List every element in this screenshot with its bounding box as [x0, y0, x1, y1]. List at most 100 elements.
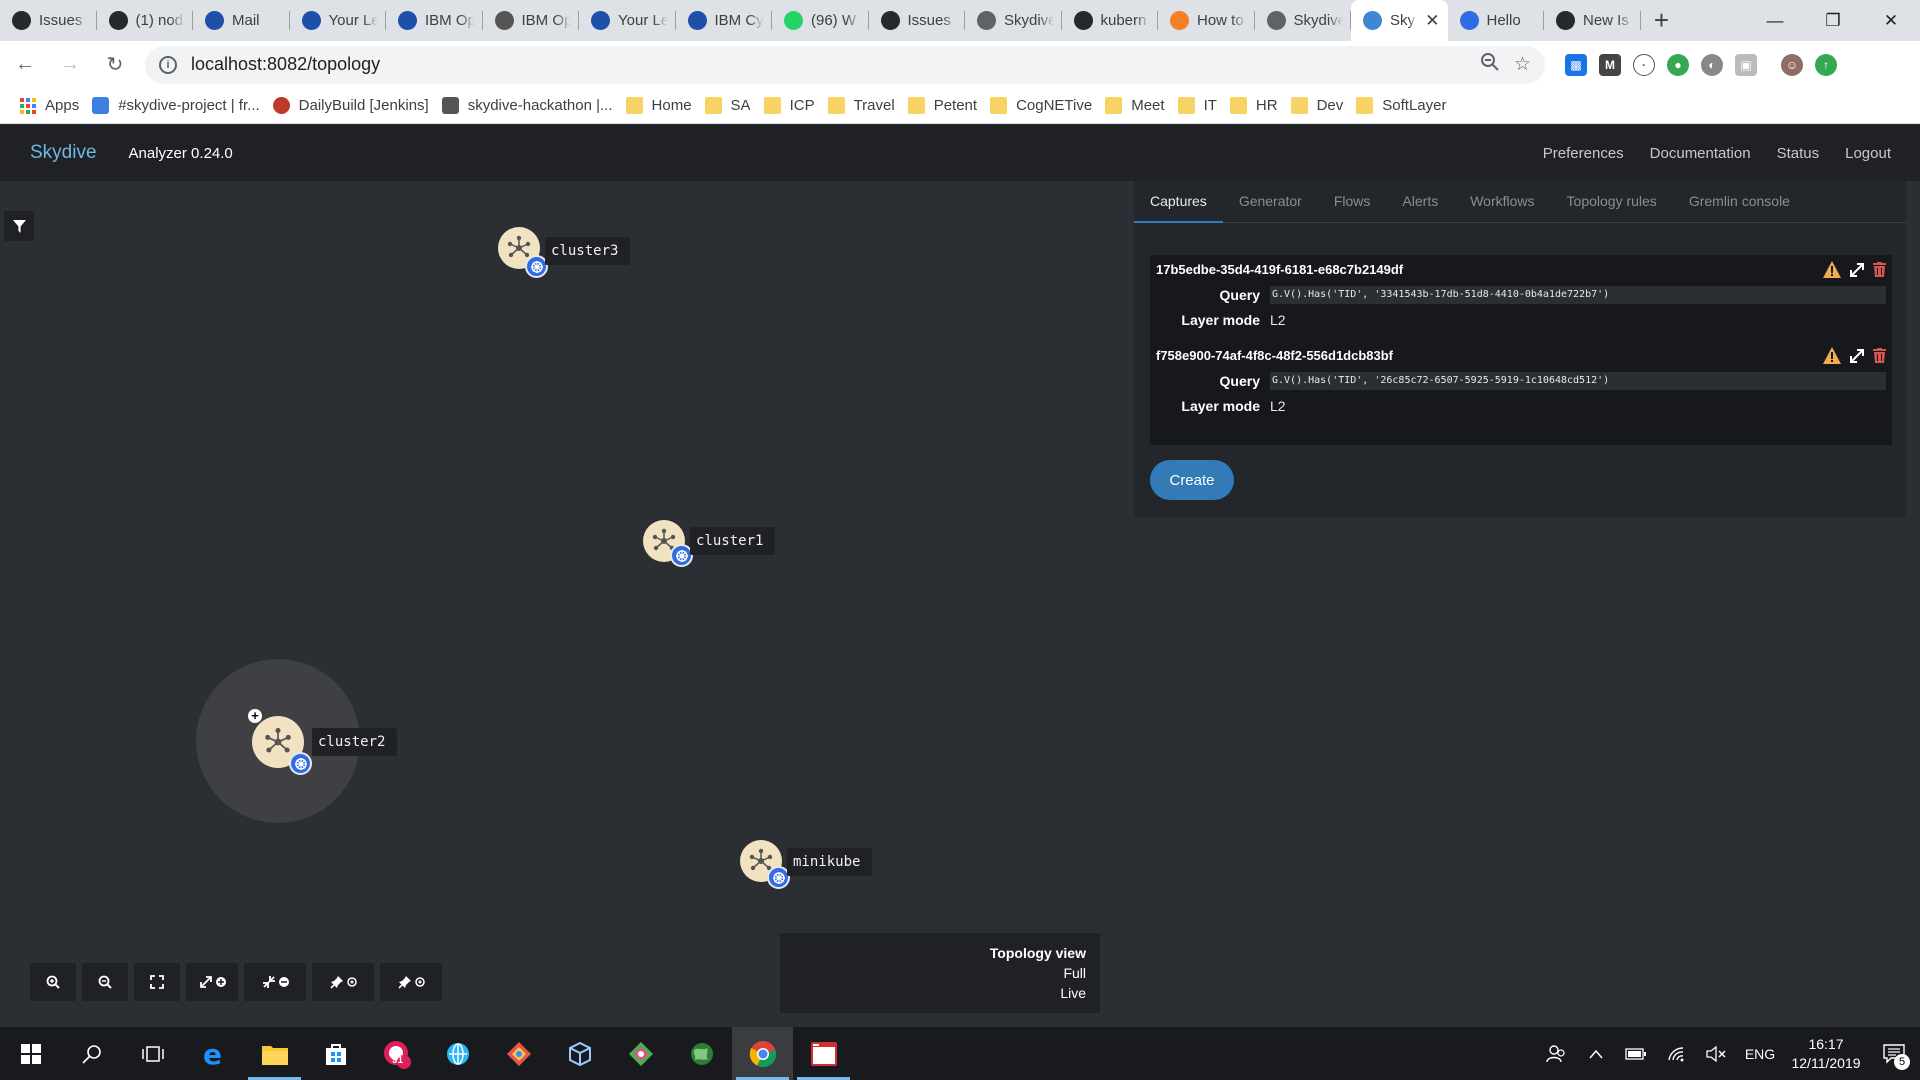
zoom-in-button[interactable] [30, 963, 76, 1001]
browser-tab[interactable]: Sky ✕ [1351, 0, 1448, 41]
minimize-button[interactable]: — [1746, 0, 1804, 41]
show-hidden-icons-chevron-icon[interactable] [1576, 1027, 1616, 1080]
browser-tab[interactable]: IBM Op [386, 0, 483, 41]
expand-capture-icon[interactable] [1849, 348, 1865, 364]
grey-extension-icon[interactable]: ◐ [1701, 53, 1723, 76]
zoom-out-button[interactable] [82, 963, 128, 1001]
sourcetree-taskbar-icon[interactable] [610, 1027, 671, 1080]
m-extension-icon[interactable]: M [1599, 53, 1621, 76]
new-tab-button[interactable]: + [1641, 0, 1683, 41]
site-info-icon[interactable]: i [159, 55, 177, 74]
language-indicator[interactable]: ENG [1736, 1027, 1784, 1080]
volume-muted-icon[interactable] [1696, 1027, 1736, 1080]
pin-all-button[interactable] [312, 963, 374, 1001]
bookmark-item[interactable]: ICP [762, 91, 826, 121]
bookmark-item[interactable]: Travel [826, 91, 906, 121]
filter-button[interactable] [4, 211, 34, 241]
clock[interactable]: 16:17 12/11/2019 [1784, 1035, 1868, 1073]
bookmark-item[interactable]: DailyBuild [Jenkins] [271, 91, 440, 121]
green-extension-icon[interactable]: ● [1667, 53, 1689, 76]
browser-tab[interactable]: (1) node [97, 0, 194, 41]
bookmark-item[interactable]: HR [1228, 91, 1289, 121]
bookmark-item[interactable]: Meet [1103, 91, 1175, 121]
reload-button[interactable]: ↻ [95, 45, 135, 85]
create-capture-button[interactable]: Create [1150, 460, 1234, 500]
edge-taskbar-icon[interactable]: e [183, 1027, 244, 1080]
forward-button[interactable]: → [50, 45, 90, 85]
bookmark-star-icon[interactable]: ☆ [1514, 53, 1531, 76]
store-taskbar-icon[interactable] [305, 1027, 366, 1080]
browser-tab[interactable]: kubern [1062, 0, 1159, 41]
zoom-fit-button[interactable] [134, 963, 180, 1001]
collapse-all-button[interactable] [244, 963, 306, 1001]
bookmark-item[interactable]: Petent [906, 91, 988, 121]
browser-tab[interactable]: IBM Cy [676, 0, 773, 41]
tab-topology-rules[interactable]: Topology rules [1551, 181, 1673, 223]
task-view-button[interactable] [122, 1027, 183, 1080]
bookmark-item[interactable]: Dev [1289, 91, 1355, 121]
topology-canvas[interactable]: cluster3 cluster1 + cluster2 minikube To… [0, 181, 1120, 1023]
browser-tab[interactable]: Mail [193, 0, 290, 41]
menu-documentation[interactable]: Documentation [1637, 145, 1764, 162]
bookmark-item[interactable]: SoftLayer [1354, 91, 1457, 121]
slack-taskbar-icon[interactable]: 91 [366, 1027, 427, 1080]
menu-logout[interactable]: Logout [1832, 145, 1904, 162]
bookmark-item[interactable]: CogNETive [988, 91, 1103, 121]
browser-tab[interactable]: Issues [869, 0, 966, 41]
browser-tab[interactable]: Skydive [1255, 0, 1352, 41]
bookmark-item[interactable]: Home [624, 91, 703, 121]
tab-captures[interactable]: Captures [1134, 181, 1223, 223]
action-center-button[interactable]: 5 [1868, 1027, 1920, 1080]
tab-generator[interactable]: Generator [1223, 181, 1318, 223]
profile-avatar[interactable]: ☺ [1781, 53, 1803, 76]
network-app-taskbar-icon[interactable] [427, 1027, 488, 1080]
browser-tab[interactable]: New Is [1544, 0, 1641, 41]
browser-tab[interactable]: How to [1158, 0, 1255, 41]
url-text[interactable]: localhost:8082/topology [191, 54, 1466, 75]
bookmark-item[interactable]: #skydive-project | fr... [90, 91, 270, 121]
expand-all-button[interactable] [186, 963, 238, 1001]
tab-alerts[interactable]: Alerts [1386, 181, 1454, 223]
menu-status[interactable]: Status [1764, 145, 1833, 162]
browser-tab[interactable]: Issues [0, 0, 97, 41]
brand-logo[interactable]: Skydive [30, 142, 97, 164]
wifi-icon[interactable] [1656, 1027, 1696, 1080]
browser-tab[interactable]: Skydive [965, 0, 1062, 41]
tab-workflows[interactable]: Workflows [1454, 181, 1550, 223]
close-tab-icon[interactable]: ✕ [1425, 11, 1439, 31]
people-icon[interactable] [1536, 1027, 1576, 1080]
warning-icon[interactable] [1823, 261, 1841, 278]
file-explorer-taskbar-icon[interactable] [244, 1027, 305, 1080]
chrome-taskbar-icon[interactable] [732, 1027, 793, 1080]
topology-view-mode[interactable]: Full [794, 963, 1086, 983]
start-button[interactable] [0, 1027, 61, 1080]
cast-extension-icon[interactable]: ▩ [1565, 53, 1587, 76]
search-button[interactable] [61, 1027, 122, 1080]
terminal-taskbar-icon[interactable] [793, 1027, 854, 1080]
update-icon[interactable]: ↑ [1815, 53, 1837, 76]
expand-node-icon[interactable]: + [248, 709, 262, 723]
tab-flows[interactable]: Flows [1318, 181, 1387, 223]
browser-tab[interactable]: (96) W [772, 0, 869, 41]
bookmark-item[interactable]: SA [703, 91, 762, 121]
battery-icon[interactable] [1616, 1027, 1656, 1080]
git-tool-taskbar-icon[interactable] [488, 1027, 549, 1080]
topology-view-state[interactable]: Live [794, 983, 1086, 1003]
address-bar[interactable]: i localhost:8082/topology ☆ [145, 45, 1545, 84]
maximize-button[interactable]: ❐ [1804, 0, 1862, 41]
zoom-icon[interactable] [1480, 52, 1500, 78]
browser-tab[interactable]: Your Le [579, 0, 676, 41]
expand-capture-icon[interactable] [1849, 262, 1865, 278]
virtualbox-taskbar-icon[interactable] [549, 1027, 610, 1080]
trash-icon[interactable] [1873, 262, 1886, 277]
bookmark-item[interactable]: IT [1176, 91, 1228, 121]
close-window-button[interactable]: ✕ [1862, 0, 1920, 41]
browser-tab[interactable]: IBM Op [483, 0, 580, 41]
back-button[interactable]: ← [5, 45, 45, 85]
tab-gremlin-console[interactable]: Gremlin console [1673, 181, 1806, 223]
bookmark-item[interactable]: Apps [18, 91, 90, 121]
browser-tab[interactable]: Hello [1448, 0, 1545, 41]
warning-icon[interactable] [1823, 347, 1841, 364]
trash-icon[interactable] [1873, 348, 1886, 363]
browser-tab[interactable]: Your Le [290, 0, 387, 41]
